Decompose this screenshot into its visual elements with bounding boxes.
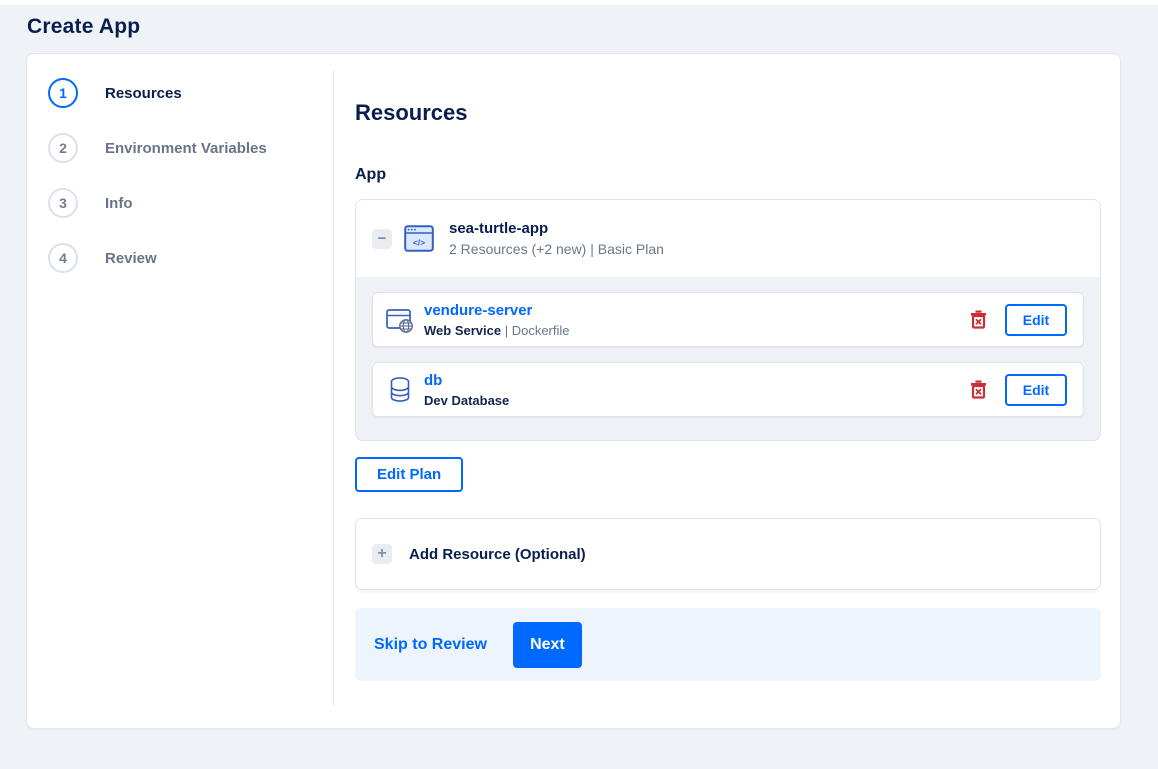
next-button[interactable]: Next	[512, 621, 582, 668]
database-icon	[385, 376, 415, 404]
edit-plan-button[interactable]: Edit Plan	[355, 457, 464, 492]
resource-subtitle: Dev Database	[424, 393, 509, 408]
resource-titles: db Dev Database	[424, 372, 509, 408]
plus-icon: +	[372, 544, 392, 564]
edit-resource-button[interactable]: Edit	[1005, 303, 1067, 336]
page-title: Create App	[27, 15, 141, 38]
edit-resource-button[interactable]: Edit	[1005, 373, 1067, 406]
create-app-wizard-card: 1 Resources 2 Environment Variables 3 In…	[26, 53, 1121, 729]
step-resources[interactable]: 1 Resources	[48, 78, 334, 108]
step-label: Review	[105, 249, 157, 267]
svg-text:</>: </>	[413, 238, 425, 248]
app-window-icon: </>	[404, 225, 434, 252]
resource-row-vendure-server: vendure-server Web Service | Dockerfile	[372, 292, 1084, 347]
app-group-titles: sea-turtle-app 2 Resources (+2 new) | Ba…	[449, 220, 664, 257]
web-service-icon	[385, 306, 415, 334]
app-name: sea-turtle-app	[449, 220, 549, 237]
step-number-badge: 1	[48, 78, 78, 108]
delete-resource-button[interactable]	[968, 378, 989, 401]
add-resource-button[interactable]: + Add Resource (Optional)	[355, 518, 1101, 590]
resource-actions: Edit	[968, 373, 1067, 406]
step-label: Info	[105, 194, 133, 212]
resource-subtitle: Web Service | Dockerfile	[424, 323, 570, 338]
step-review[interactable]: 4 Review	[48, 243, 334, 273]
step-number-badge: 3	[48, 188, 78, 218]
trash-icon	[971, 380, 986, 399]
resource-name-link[interactable]: db	[424, 372, 509, 389]
resource-type: Web Service	[424, 322, 502, 338]
resource-type: Dev Database	[424, 392, 510, 408]
resources-step-content: Resources App − </> sea-turtle-app 2 Res…	[334, 54, 1120, 728]
resource-row-db: db Dev Database Edit	[372, 362, 1084, 417]
content-heading: Resources	[355, 100, 468, 125]
app-group-header: − </> sea-turtle-app 2 Resources (+2 new…	[356, 200, 1100, 277]
step-info[interactable]: 3 Info	[48, 188, 334, 218]
minus-icon: −	[377, 229, 387, 247]
top-strip	[0, 0, 1158, 5]
step-number-badge: 2	[48, 133, 78, 163]
resource-detail: | Dockerfile	[501, 322, 570, 338]
app-group-card: − </> sea-turtle-app 2 Resources (+2 new…	[355, 199, 1101, 441]
step-number-badge: 4	[48, 243, 78, 273]
collapse-group-button[interactable]: −	[372, 228, 392, 249]
resource-name-link[interactable]: vendure-server	[424, 302, 570, 319]
wizard-footer: Skip to Review Next	[355, 608, 1101, 681]
step-environment-variables[interactable]: 2 Environment Variables	[48, 133, 334, 163]
resource-titles: vendure-server Web Service | Dockerfile	[424, 302, 570, 338]
delete-resource-button[interactable]	[968, 308, 989, 331]
resource-list: vendure-server Web Service | Dockerfile	[356, 277, 1100, 440]
trash-icon	[971, 310, 986, 329]
skip-to-review-link[interactable]: Skip to Review	[374, 636, 487, 654]
step-label: Resources	[105, 84, 182, 102]
wizard-stepper: 1 Resources 2 Environment Variables 3 In…	[27, 54, 334, 728]
add-resource-label: Add Resource (Optional)	[409, 545, 586, 563]
step-label: Environment Variables	[105, 139, 267, 157]
app-section-label: App	[355, 166, 387, 183]
app-summary: 2 Resources (+2 new) | Basic Plan	[449, 241, 664, 257]
resource-actions: Edit	[968, 303, 1067, 336]
